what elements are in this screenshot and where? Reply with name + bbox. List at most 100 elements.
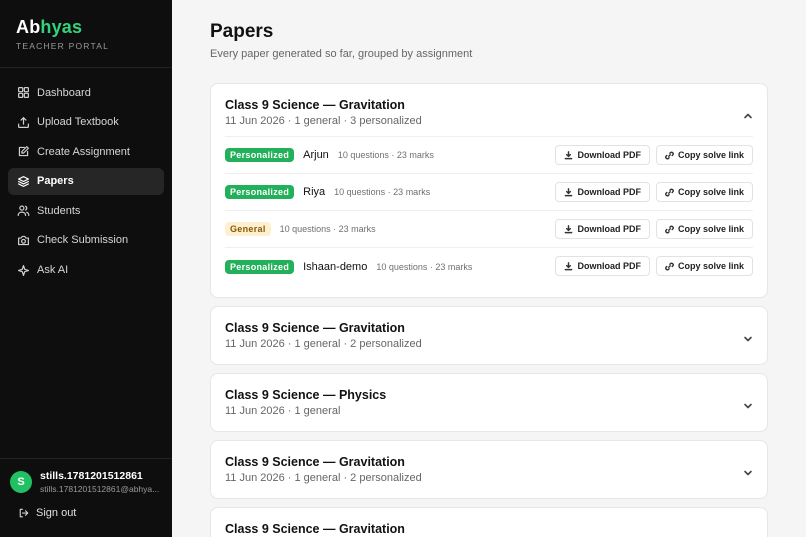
assignment-group-header[interactable]: Class 9 Science — Gravitation 11 Jun 202… [211, 307, 767, 359]
assignment-title: Class 9 Science — Physics [225, 388, 387, 402]
download-icon [565, 261, 573, 270]
sidebar-item-papers[interactable]: Papers [8, 167, 164, 195]
sign-out-label: Sign out [36, 507, 77, 519]
sidebar-item-label: Ask AI [37, 264, 69, 277]
assignment-group-header[interactable]: Class 9 Science — Gravitation [211, 508, 767, 537]
sidebar-item-students[interactable]: Students [8, 197, 164, 224]
assignment-title: Class 9 Science — Gravitation [225, 321, 405, 335]
download-pdf-button[interactable]: Download PDF [555, 256, 650, 276]
sign-out-button[interactable]: Sign out [0, 494, 172, 519]
assignment-group: Class 9 Science — Physics 11 Jun 2026 · … [210, 373, 768, 432]
avatar: S [10, 471, 32, 493]
edit-icon [16, 145, 30, 159]
sidebar-item-label: Dashboard [37, 86, 91, 99]
camera-icon [16, 233, 30, 247]
assignment-group-header[interactable]: Class 9 Science — Physics 11 Jun 2026 · … [211, 374, 767, 426]
assignment-group-header[interactable]: Class 9 Science — Gravitation 11 Jun 202… [211, 441, 767, 493]
sidebar-item-dashboard[interactable]: Dashboard [8, 79, 164, 106]
paper-list: Personalized Arjun 10 questions · 23 mar… [225, 136, 753, 285]
brand-logo[interactable]: Abhyas [16, 17, 156, 37]
assignment-group-header[interactable]: Class 9 Science — Gravitation 11 Jun 202… [211, 84, 767, 136]
paper-type-badge: Personalized [225, 259, 295, 274]
upload-icon [16, 115, 30, 129]
paper-meta: 10 questions · 23 marks [334, 187, 431, 197]
copy-solve-link-label: Copy solve link [677, 150, 744, 160]
paper-row: General 10 questions · 23 marks Download… [225, 211, 753, 248]
link-icon [665, 262, 674, 270]
copy-solve-link-label: Copy solve link [677, 187, 744, 197]
link-icon [665, 225, 674, 233]
download-icon [565, 224, 573, 233]
brand-subtitle: TEACHER PORTAL [16, 41, 110, 51]
assignment-group: Class 9 Science — Gravitation 11 Jun 202… [210, 306, 768, 365]
download-pdf-label: Download PDF [577, 187, 641, 197]
chevron-down-icon[interactable] [743, 532, 753, 537]
download-pdf-label: Download PDF [577, 150, 641, 160]
copy-solve-link-button[interactable]: Copy solve link [655, 219, 753, 239]
assignment-title: Class 9 Science — Gravitation [225, 455, 405, 469]
copy-solve-link-button[interactable]: Copy solve link [655, 145, 753, 165]
chevron-up-icon[interactable] [743, 108, 753, 119]
sidebar-item-label: Students [37, 204, 81, 217]
sidebar-item-upload-textbook[interactable]: Upload Textbook [8, 109, 164, 136]
paper-row: Personalized Arjun 10 questions · 23 mar… [225, 137, 753, 174]
brand-name-part1: Ab [16, 17, 41, 37]
sidebar-item-create-assignment[interactable]: Create Assignment [8, 138, 164, 165]
copy-solve-link-button[interactable]: Copy solve link [655, 256, 753, 276]
sidebar-item-label: Check Submission [37, 234, 129, 247]
sparkle-icon [16, 263, 30, 277]
sidebar-item-label: Papers [37, 175, 74, 188]
assignment-meta: 11 Jun 2026 · 1 general · 2 personalized [225, 472, 422, 484]
assignment-meta: 11 Jun 2026 · 1 general · 3 personalized [225, 115, 422, 127]
sidebar-item-check-submission[interactable]: Check Submission [8, 227, 164, 254]
copy-solve-link-button[interactable]: Copy solve link [655, 182, 753, 202]
user-panel: S stills.1781201512861 stills.1781201512… [0, 458, 172, 537]
paper-type-badge: Personalized [225, 148, 295, 162]
sidebar-nav: Dashboard Upload Textbook Create Assignm… [0, 68, 172, 297]
sidebar: Abhyas TEACHER PORTAL Dashboard Upload T… [0, 0, 172, 537]
student-name: Riya [303, 186, 326, 198]
users-icon [16, 204, 30, 218]
assignment-group: Class 9 Science — Gravitation [210, 507, 768, 537]
brand: Abhyas TEACHER PORTAL [0, 0, 172, 68]
paper-meta: 10 questions · 23 marks [337, 150, 434, 160]
main-content: Papers Every paper generated so far, gro… [172, 0, 806, 537]
assignment-title: Class 9 Science — Gravitation [225, 98, 405, 112]
download-pdf-label: Download PDF [577, 261, 641, 271]
chevron-down-icon[interactable] [743, 331, 753, 342]
user-name: stills.1781201512861 [40, 470, 143, 482]
assignment-title: Class 9 Science — Gravitation [225, 522, 405, 536]
chevron-down-icon[interactable] [743, 465, 753, 476]
paper-row: Personalized Ishaan-demo 10 questions · … [225, 248, 753, 285]
copy-solve-link-label: Copy solve link [677, 224, 744, 234]
copy-solve-link-label: Copy solve link [677, 261, 744, 271]
layers-icon [16, 174, 30, 188]
student-name: Arjun [303, 149, 329, 161]
assignment-meta: 11 Jun 2026 · 1 general [225, 405, 341, 417]
assignment-group: Class 9 Science — Gravitation 11 Jun 202… [210, 440, 768, 499]
download-pdf-button[interactable]: Download PDF [555, 145, 650, 165]
student-name: Ishaan-demo [303, 260, 368, 273]
download-pdf-button[interactable]: Download PDF [555, 182, 650, 202]
page-subtitle: Every paper generated so far, grouped by… [210, 48, 473, 60]
sidebar-item-label: Create Assignment [37, 145, 130, 158]
brand-name-part2: hyas [40, 17, 83, 37]
user-email: stills.1781201512861@abhya... [40, 484, 160, 494]
sidebar-item-ask-ai[interactable]: Ask AI [8, 257, 164, 284]
sign-out-icon [19, 508, 29, 518]
download-icon [565, 150, 573, 159]
paper-meta: 10 questions · 23 marks [376, 261, 473, 272]
page-title: Papers [210, 21, 274, 42]
link-icon [665, 151, 674, 159]
download-pdf-label: Download PDF [577, 224, 641, 234]
paper-row: Personalized Riya 10 questions · 23 mark… [225, 174, 753, 211]
assignment-group: Class 9 Science — Gravitation 11 Jun 202… [210, 83, 768, 298]
paper-type-badge: Personalized [225, 185, 295, 199]
paper-type-badge: General [225, 222, 271, 236]
grid-icon [16, 86, 30, 100]
user-info: S stills.1781201512861 stills.1781201512… [0, 459, 172, 494]
chevron-down-icon[interactable] [743, 398, 753, 409]
download-icon [565, 187, 573, 196]
download-pdf-button[interactable]: Download PDF [555, 219, 650, 239]
link-icon [665, 188, 674, 196]
